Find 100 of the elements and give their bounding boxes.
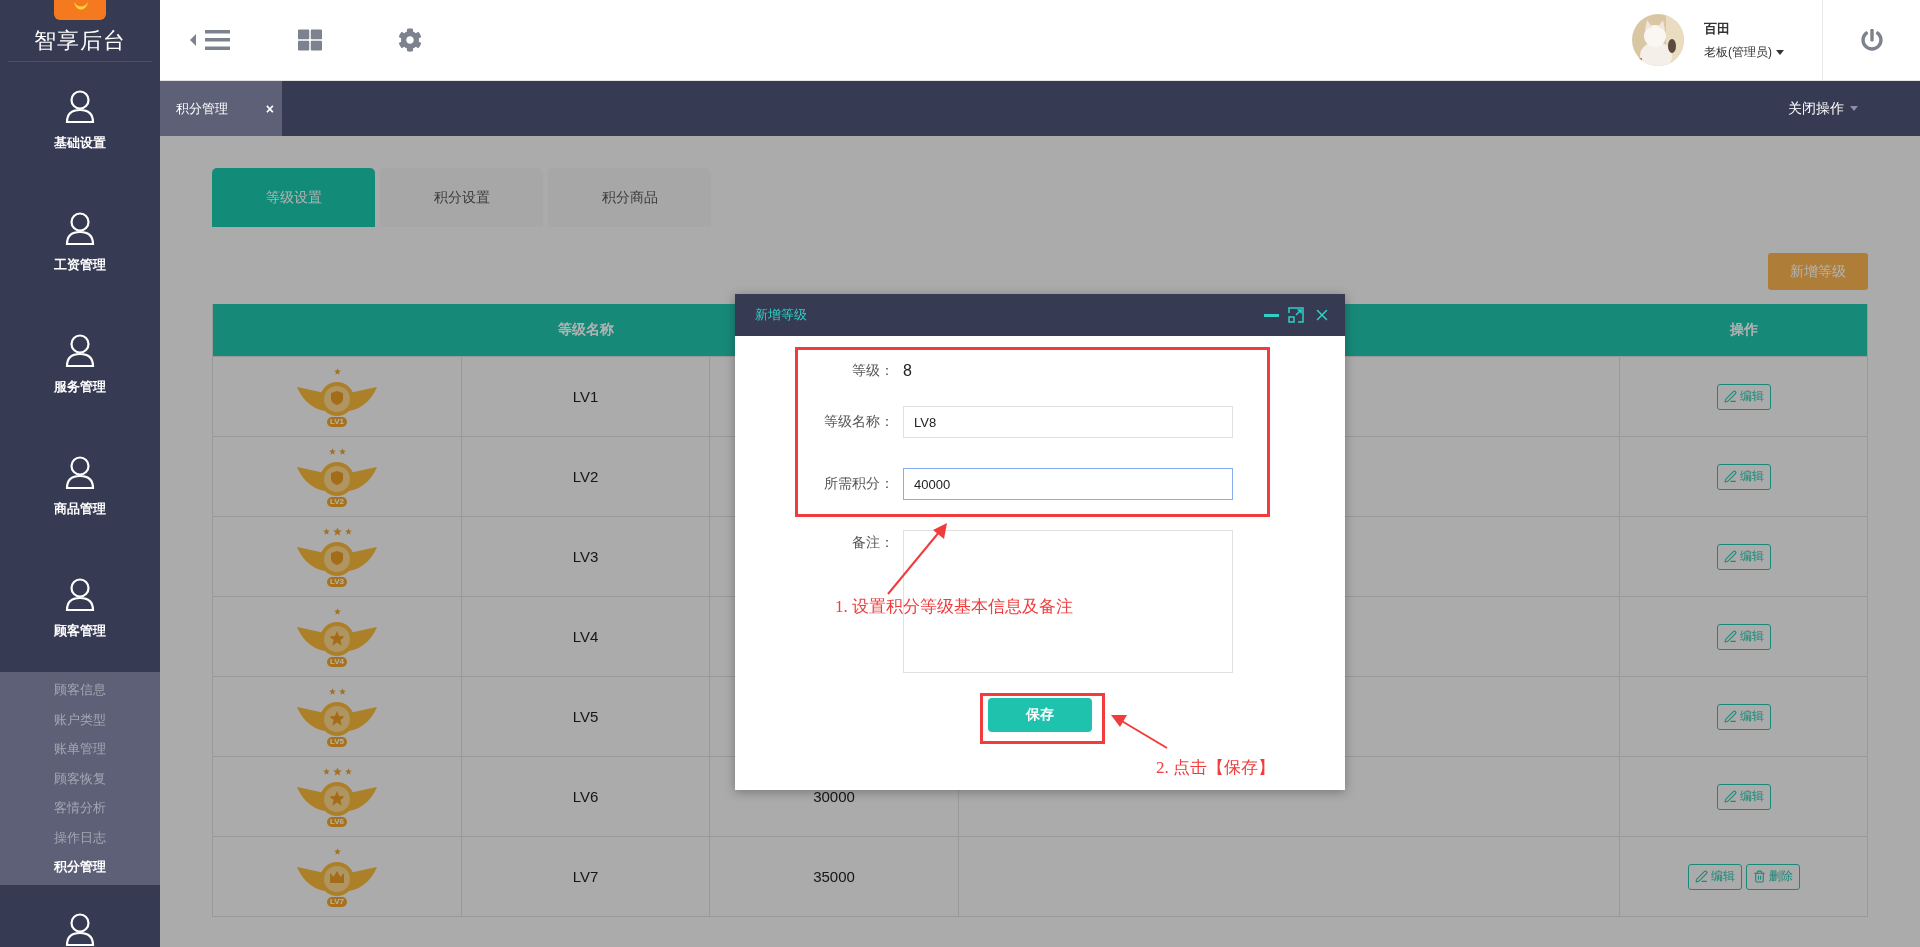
field-label: 所需积分： bbox=[823, 475, 894, 493]
user-icon bbox=[65, 334, 95, 368]
caret-icon bbox=[1850, 106, 1858, 111]
open-page-tab[interactable]: 积分管理 × bbox=[160, 81, 282, 136]
user-icon bbox=[65, 90, 95, 124]
submenu-item[interactable]: 账单管理 bbox=[54, 734, 106, 764]
pencil-icon bbox=[1694, 870, 1708, 883]
delete-button[interactable]: 删除 bbox=[1745, 863, 1800, 890]
collapse-menu-icon bbox=[190, 28, 230, 52]
edit-button[interactable]: 编辑 bbox=[1716, 783, 1771, 810]
pencil-icon bbox=[1723, 790, 1737, 803]
user-icon bbox=[65, 212, 95, 246]
user-icon bbox=[65, 456, 95, 490]
star-icon bbox=[322, 527, 330, 535]
table-cell: LV3 bbox=[462, 517, 710, 596]
table-cell: LV1 bbox=[462, 357, 710, 436]
star-icon bbox=[344, 767, 352, 775]
medal-label: LV7 bbox=[326, 896, 348, 907]
edit-button[interactable]: 编辑 bbox=[1716, 383, 1771, 410]
star-icon bbox=[333, 847, 341, 855]
table-cell: LV5 bbox=[462, 677, 710, 756]
table-cell: LV7 bbox=[462, 837, 710, 916]
edit-button[interactable]: 编辑 bbox=[1716, 543, 1771, 570]
close-tab-button[interactable]: × bbox=[265, 100, 274, 117]
pencil-icon bbox=[1723, 630, 1737, 643]
table-cell: LV2 bbox=[462, 437, 710, 516]
grid-icon bbox=[298, 28, 322, 52]
star-icon bbox=[332, 526, 342, 536]
annotation-text: 2. 点击【保存】 bbox=[1156, 757, 1275, 779]
annotation-arrow bbox=[1111, 715, 1168, 749]
medal-label: LV6 bbox=[326, 816, 348, 827]
medal-label: LV5 bbox=[326, 736, 348, 747]
sidebar-item[interactable]: 基础设置 bbox=[0, 62, 160, 184]
edit-button[interactable]: 编辑 bbox=[1687, 863, 1742, 890]
star-icon bbox=[333, 607, 341, 615]
sidebar-item[interactable]: 商品管理 bbox=[0, 428, 160, 550]
minimize-button[interactable] bbox=[1264, 313, 1279, 317]
field-label: 等级： bbox=[851, 362, 894, 380]
sidebar-item[interactable]: 工资管理 bbox=[0, 184, 160, 306]
star-icon bbox=[328, 447, 336, 455]
sidebar-item[interactable]: 顾客管理 bbox=[0, 550, 160, 672]
power-icon bbox=[1860, 29, 1883, 51]
annotation-text: 1. 设置积分等级基本信息及备注 bbox=[835, 596, 1073, 618]
star-icon bbox=[338, 687, 346, 695]
medal-label: LV1 bbox=[326, 416, 348, 427]
pencil-icon bbox=[1723, 470, 1737, 483]
settings-icon bbox=[398, 28, 422, 52]
user-name: 百田 bbox=[1704, 19, 1731, 38]
user-icon bbox=[65, 578, 95, 612]
star-icon bbox=[322, 767, 330, 775]
maximize-icon bbox=[1288, 307, 1304, 323]
submenu-item[interactable]: 操作日志 bbox=[54, 822, 106, 852]
pencil-icon bbox=[1723, 390, 1737, 403]
sidebar-item[interactable]: 服务管理 bbox=[0, 306, 160, 428]
table-cell: LV4 bbox=[462, 597, 710, 676]
submenu-item[interactable]: 顾客信息 bbox=[54, 675, 106, 705]
user-role-dropdown[interactable]: 老板(管理员) bbox=[1704, 43, 1784, 61]
submenu-item[interactable]: 积分管理 bbox=[54, 852, 106, 882]
star-icon bbox=[332, 766, 342, 776]
maximize-button[interactable] bbox=[1288, 307, 1304, 323]
submenu-item[interactable]: 账户类型 bbox=[54, 704, 106, 734]
logo-text: 智享后台 bbox=[34, 27, 126, 55]
edit-button[interactable]: 编辑 bbox=[1716, 623, 1771, 650]
medal-label: LV2 bbox=[326, 496, 348, 507]
column-header: 等级名称 bbox=[558, 321, 614, 339]
star-icon bbox=[338, 447, 346, 455]
star-icon bbox=[344, 527, 352, 535]
table-cell: 35000 bbox=[813, 868, 855, 885]
field-label: 等级名称： bbox=[823, 413, 894, 431]
logo-icon bbox=[54, 0, 106, 20]
save-button[interactable]: 保存 bbox=[988, 698, 1092, 732]
medal-label: LV4 bbox=[326, 656, 348, 667]
tab[interactable]: 等级设置 bbox=[212, 168, 375, 227]
column-header: 操作 bbox=[1729, 321, 1758, 339]
edit-button[interactable]: 编辑 bbox=[1716, 703, 1771, 730]
medal-label: LV3 bbox=[326, 576, 348, 587]
add-level-button[interactable]: 新增等级 bbox=[1768, 253, 1868, 290]
minimize-icon bbox=[1264, 313, 1279, 317]
close-menu-dropdown[interactable]: 关闭操作 bbox=[1788, 81, 1920, 136]
table-cell: LV6 bbox=[462, 757, 710, 836]
pencil-icon bbox=[1723, 550, 1737, 563]
caret-icon bbox=[1776, 49, 1784, 55]
tab-label: 积分管理 bbox=[176, 99, 228, 118]
submenu-item[interactable]: 客情分析 bbox=[54, 793, 106, 823]
annotation-arrow bbox=[887, 523, 947, 595]
tab[interactable]: 积分设置 bbox=[380, 168, 543, 227]
remark-field[interactable] bbox=[903, 530, 1233, 673]
table-cell: 30000 bbox=[813, 788, 855, 805]
dialog-title: 新增等级 bbox=[755, 306, 807, 324]
user-icon bbox=[65, 912, 95, 947]
star-icon bbox=[333, 367, 341, 375]
submenu-item[interactable]: 顾客恢复 bbox=[54, 763, 106, 793]
level-value: 8 bbox=[903, 361, 913, 381]
input-field[interactable]: LV8 bbox=[903, 406, 1233, 438]
tab[interactable]: 积分商品 bbox=[548, 168, 711, 227]
pencil-icon bbox=[1723, 710, 1737, 723]
field-label: 备注： bbox=[851, 533, 894, 552]
input-field[interactable]: 40000 bbox=[903, 468, 1233, 500]
trash-icon bbox=[1752, 870, 1766, 883]
edit-button[interactable]: 编辑 bbox=[1716, 463, 1771, 490]
